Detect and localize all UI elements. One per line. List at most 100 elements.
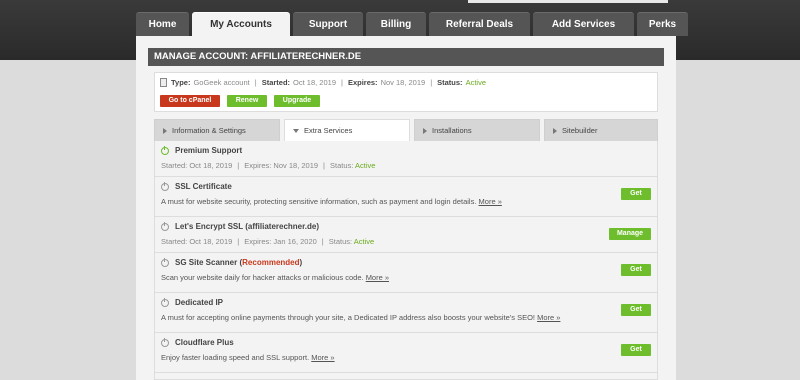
chevron-down-icon xyxy=(293,129,299,134)
type-value: GoGeek account xyxy=(193,78,250,87)
chevron-right-icon xyxy=(553,128,557,135)
separator: | xyxy=(341,78,343,87)
tab-information-settings[interactable]: Information & Settings xyxy=(154,119,280,141)
nav-tab-support[interactable]: Support xyxy=(293,12,363,36)
power-icon xyxy=(161,181,169,191)
nav-tab-perks[interactable]: Perks xyxy=(637,12,688,36)
paren-close: ) xyxy=(299,258,303,267)
nav-tab-my-accounts[interactable]: My Accounts xyxy=(192,12,290,38)
status-label: Status: xyxy=(437,78,463,87)
power-icon xyxy=(161,221,169,231)
manage-button[interactable]: Manage xyxy=(609,228,651,240)
tab-label: Information & Settings xyxy=(172,126,246,135)
tab-label: Installations xyxy=(432,126,472,135)
service-title-text: Cloudflare Plus xyxy=(175,338,234,347)
nav-tab-add-services[interactable]: Add Services xyxy=(533,12,634,36)
more-link[interactable]: More » xyxy=(537,313,560,322)
account-actions: Go to cPanel Renew Upgrade xyxy=(160,95,327,107)
nav-tab-billing[interactable]: Billing xyxy=(366,12,426,36)
get-button[interactable]: Get xyxy=(621,344,651,356)
service-title-text: SG Site Scanner xyxy=(175,258,238,267)
service-title-text: Dedicated IP xyxy=(175,298,224,307)
service-desc-text: A must for website security, protecting … xyxy=(161,197,477,206)
go-to-cpanel-button[interactable]: Go to cPanel xyxy=(160,95,220,107)
separator: | xyxy=(430,78,433,87)
service-desc-text: Scan your website daily for hacker attac… xyxy=(161,273,364,282)
service-cloudflare-plus: Cloudflare Plus Enjoy faster loading spe… xyxy=(155,333,657,373)
tab-installations[interactable]: Installations xyxy=(414,119,540,141)
chevron-right-icon xyxy=(423,128,427,135)
separator: | xyxy=(323,161,325,170)
get-button[interactable]: Get xyxy=(621,188,651,200)
service-title: Cloudflare Plus xyxy=(161,337,234,347)
document-icon xyxy=(160,78,167,87)
service-desc: A must for website security, protecting … xyxy=(161,197,502,206)
service-dedicated-ip: Dedicated IP A must for accepting online… xyxy=(155,293,657,333)
status-value: Active xyxy=(353,237,375,246)
service-desc: Enjoy faster loading speed and SSL suppo… xyxy=(161,353,335,362)
service-title-text: SSL Certificate xyxy=(175,182,232,191)
started-text: Started: Oct 18, 2019 xyxy=(161,237,233,246)
power-icon xyxy=(161,297,169,307)
expires-label: Expires: xyxy=(347,78,378,87)
separator: | xyxy=(254,78,257,87)
more-link[interactable]: More » xyxy=(479,197,502,206)
more-link[interactable]: More » xyxy=(366,273,389,282)
service-desc-text: Enjoy faster loading speed and SSL suppo… xyxy=(161,353,310,362)
service-meta: Started: Oct 18, 2019 | Expires: Nov 18, 2… xyxy=(161,161,375,170)
renew-button[interactable]: Renew xyxy=(227,95,267,107)
tab-sitebuilder[interactable]: Sitebuilder xyxy=(544,119,658,141)
service-ssl-certificate: SSL Certificate A must for website secur… xyxy=(155,177,657,217)
service-premium-support: Premium Support Started: Oct 18, 2019 | Ex… xyxy=(155,141,657,177)
service-title-text: Premium Support xyxy=(175,146,243,155)
status-label: Status: xyxy=(328,237,353,246)
power-icon xyxy=(161,257,169,267)
nav-tab-home[interactable]: Home xyxy=(136,12,189,36)
tab-label: Sitebuilder xyxy=(562,126,598,135)
account-subtabs: Information & Settings Extra Services In… xyxy=(154,119,658,141)
account-summary: Type: GoGeek account | Started: Oct 18, … xyxy=(154,72,658,112)
power-icon xyxy=(161,337,169,347)
page-title: MANAGE ACCOUNT: AFFILIATERECHNER.DE xyxy=(148,48,664,66)
type-label: Type: xyxy=(171,78,191,87)
main-nav: Home My Accounts Support Billing Referra… xyxy=(136,12,691,38)
upgrade-button[interactable]: Upgrade xyxy=(274,95,320,107)
account-panel: MANAGE ACCOUNT: AFFILIATERECHNER.DE Type… xyxy=(136,36,676,380)
service-meta: Started: Oct 18, 2019 | Expires: Jan 16, 2… xyxy=(161,237,374,246)
get-button[interactable]: Get xyxy=(621,304,651,316)
service-title: Let's Encrypt SSL (affiliaterechner.de) xyxy=(161,221,320,231)
separator: | xyxy=(237,237,240,246)
service-title: SSL Certificate xyxy=(161,181,232,191)
service-desc: A must for accepting online payments thr… xyxy=(161,313,560,322)
service-title: Dedicated IP xyxy=(161,297,224,307)
expires-text: Expires: Jan 16, 2020 xyxy=(244,237,317,246)
service-title: SG Site Scanner (Recommended) xyxy=(161,257,303,267)
started-text: Started: Oct 18, 2019 xyxy=(161,161,233,170)
service-sg-site-scanner: SG Site Scanner (Recommended) Scan your … xyxy=(155,253,657,293)
started-label: Started: xyxy=(261,78,291,87)
nav-tab-referral-deals[interactable]: Referral Deals xyxy=(429,12,530,36)
service-desc-text: A must for accepting online payments thr… xyxy=(161,313,535,322)
separator: | xyxy=(321,237,324,246)
expires-value: Nov 18, 2019 xyxy=(380,78,426,87)
more-link[interactable]: More » xyxy=(311,353,334,362)
recommended-badge: Recommended xyxy=(242,258,300,267)
service-title-text: Let's Encrypt SSL (affiliaterechner.de) xyxy=(175,222,320,231)
service-desc: Scan your website daily for hacker attac… xyxy=(161,273,389,282)
service-title: Premium Support xyxy=(161,145,243,155)
status-value: Active xyxy=(355,161,376,170)
chevron-right-icon xyxy=(163,128,167,135)
get-button[interactable]: Get xyxy=(621,264,651,276)
search-strip xyxy=(468,0,668,3)
account-info-line: Type: GoGeek account | Started: Oct 18, … xyxy=(160,78,486,87)
expires-text: Expires: Nov 18, 2019 xyxy=(244,161,319,170)
power-icon xyxy=(161,145,169,155)
tab-label: Extra Services xyxy=(304,126,353,135)
service-lets-encrypt: Let's Encrypt SSL (affiliaterechner.de) … xyxy=(155,217,657,253)
status-label: Status: xyxy=(330,161,354,170)
status-value: Active xyxy=(465,78,486,87)
extra-services-list: Premium Support Started: Oct 18, 2019 | Ex… xyxy=(154,141,658,380)
separator: | xyxy=(237,161,240,170)
tab-extra-services[interactable]: Extra Services xyxy=(284,119,410,141)
started-value: Oct 18, 2019 xyxy=(293,78,336,87)
